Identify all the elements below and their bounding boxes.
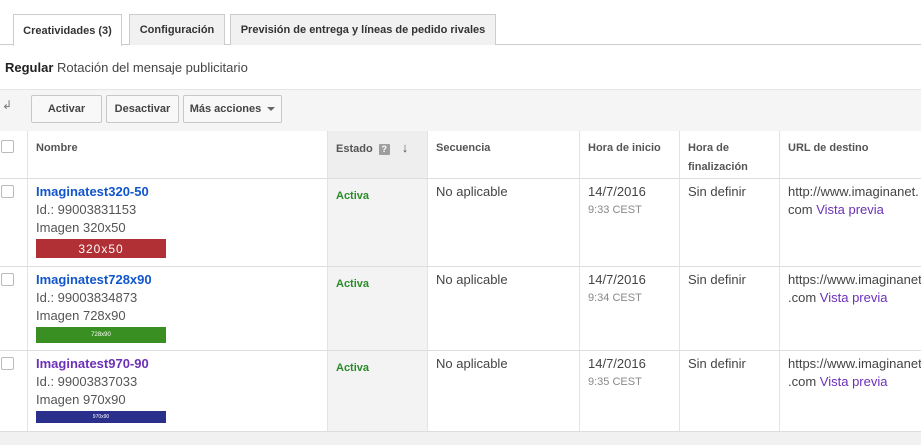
status-cell: Activa [328, 179, 428, 266]
activate-button[interactable]: Activar [31, 95, 102, 123]
select-all-checkbox[interactable] [1, 140, 14, 153]
header-sequence[interactable]: Secuencia [428, 131, 580, 179]
collapse-arrow-icon[interactable]: ↲ [2, 98, 12, 112]
creative-size: Imagen 320x50 [36, 220, 126, 235]
status-badge: Activa [336, 278, 370, 290]
creative-thumbnail[interactable]: 320x50 [36, 239, 166, 258]
start-cell: 14/7/2016 9:33 CEST [580, 179, 680, 266]
url-cell: https://www.imaginanet .com Vista previa [780, 351, 921, 431]
creative-size: Imagen 970x90 [36, 392, 126, 407]
sort-down-arrow-icon: ↓ [401, 140, 409, 155]
status-cell: Activa [328, 351, 428, 431]
header-end-line2: finalización [688, 161, 748, 173]
creative-name-link[interactable]: Imaginatest320-50 [36, 183, 319, 201]
row-checkbox[interactable] [1, 185, 14, 198]
start-cell: 14/7/2016 9:35 CEST [580, 351, 680, 431]
row-checkbox[interactable] [1, 273, 14, 286]
deactivate-button[interactable]: Desactivar [106, 95, 179, 123]
name-cell: Imaginatest728x90 Id.: 99003834873 Image… [28, 267, 328, 350]
tab-creatives[interactable]: Creatividades (3) [13, 14, 122, 46]
header-end-time[interactable]: Hora de finalización [680, 131, 780, 179]
header-status-label: Estado [336, 143, 373, 155]
creative-name-link[interactable]: Imaginatest970-90 [36, 355, 319, 373]
destination-url-end: com [788, 202, 813, 217]
row-select-cell [0, 267, 28, 350]
creative-name-link[interactable]: Imaginatest728x90 [36, 271, 319, 289]
tab-delivery-forecast[interactable]: Previsión de entrega y líneas de pedido … [230, 14, 496, 45]
start-cell: 14/7/2016 9:34 CEST [580, 267, 680, 350]
chevron-down-icon [267, 107, 276, 111]
rotation-label: Rotación del mensaje publicitario [57, 60, 248, 75]
sequence-cell: No aplicable [428, 267, 580, 350]
table-row: Imaginatest970-90 Id.: 99003837033 Image… [0, 351, 921, 432]
url-cell: https://www.imaginanet .com Vista previa [780, 267, 921, 350]
start-time: 9:35 CEST [588, 376, 642, 388]
url-cell: http://www.imaginanet. com Vista previa [780, 179, 921, 266]
end-cell: Sin definir [680, 351, 780, 431]
destination-url: https://www.imaginanet [788, 272, 921, 287]
name-cell: Imaginatest970-90 Id.: 99003837033 Image… [28, 351, 328, 431]
header-start-time[interactable]: Hora de inicio [580, 131, 680, 179]
table-row: Imaginatest728x90 Id.: 99003834873 Image… [0, 267, 921, 351]
start-date: 14/7/2016 [588, 184, 646, 199]
status-badge: Activa [336, 362, 370, 374]
creative-thumbnail[interactable]: 728x90 [36, 327, 166, 343]
destination-url-end: .com [788, 290, 817, 305]
table-row: Imaginatest320-50 Id.: 99003831153 Image… [0, 179, 921, 267]
preview-link[interactable]: Vista previa [820, 290, 888, 305]
tab-bar: Creatividades (3) Configuración Previsió… [0, 0, 921, 46]
creative-id: Id.: 99003831153 [36, 202, 137, 217]
header-name[interactable]: Nombre [28, 131, 328, 179]
creative-size: Imagen 728x90 [36, 308, 126, 323]
table-footer [0, 432, 921, 445]
header-destination-url[interactable]: URL de destino [780, 131, 921, 179]
header-select-all [0, 131, 28, 179]
destination-url: https://www.imaginanet [788, 356, 921, 371]
row-select-cell [0, 351, 28, 431]
rotation-setting: Regular Rotación del mensaje publicitari… [5, 60, 248, 75]
start-date: 14/7/2016 [588, 356, 646, 371]
tab-settings[interactable]: Configuración [129, 14, 225, 45]
action-toolbar: ↲ Activar Desactivar Más acciones [0, 89, 921, 131]
row-select-cell [0, 179, 28, 266]
more-actions-label: Más acciones [189, 103, 262, 115]
name-cell: Imaginatest320-50 Id.: 99003831153 Image… [28, 179, 328, 266]
help-icon[interactable]: ? [378, 144, 390, 155]
destination-url: http://www.imaginanet. [788, 184, 919, 199]
header-status[interactable]: Estado? ↓ [328, 131, 428, 179]
start-date: 14/7/2016 [588, 272, 646, 287]
creative-id: Id.: 99003837033 [36, 374, 138, 389]
end-cell: Sin definir [680, 267, 780, 350]
creative-thumbnail[interactable]: 970x90 [36, 411, 166, 423]
header-end-line1: Hora de [688, 142, 729, 154]
destination-url-end: .com [788, 374, 817, 389]
status-badge: Activa [336, 190, 370, 202]
sequence-cell: No aplicable [428, 179, 580, 266]
rotation-value: Regular [5, 60, 54, 75]
preview-link[interactable]: Vista previa [816, 202, 884, 217]
preview-link[interactable]: Vista previa [820, 374, 888, 389]
status-cell: Activa [328, 267, 428, 350]
creative-id: Id.: 99003834873 [36, 290, 138, 305]
more-actions-button[interactable]: Más acciones [183, 95, 282, 123]
sequence-cell: No aplicable [428, 351, 580, 431]
start-time: 9:34 CEST [588, 292, 642, 304]
row-checkbox[interactable] [1, 357, 14, 370]
end-cell: Sin definir [680, 179, 780, 266]
start-time: 9:33 CEST [588, 204, 642, 216]
